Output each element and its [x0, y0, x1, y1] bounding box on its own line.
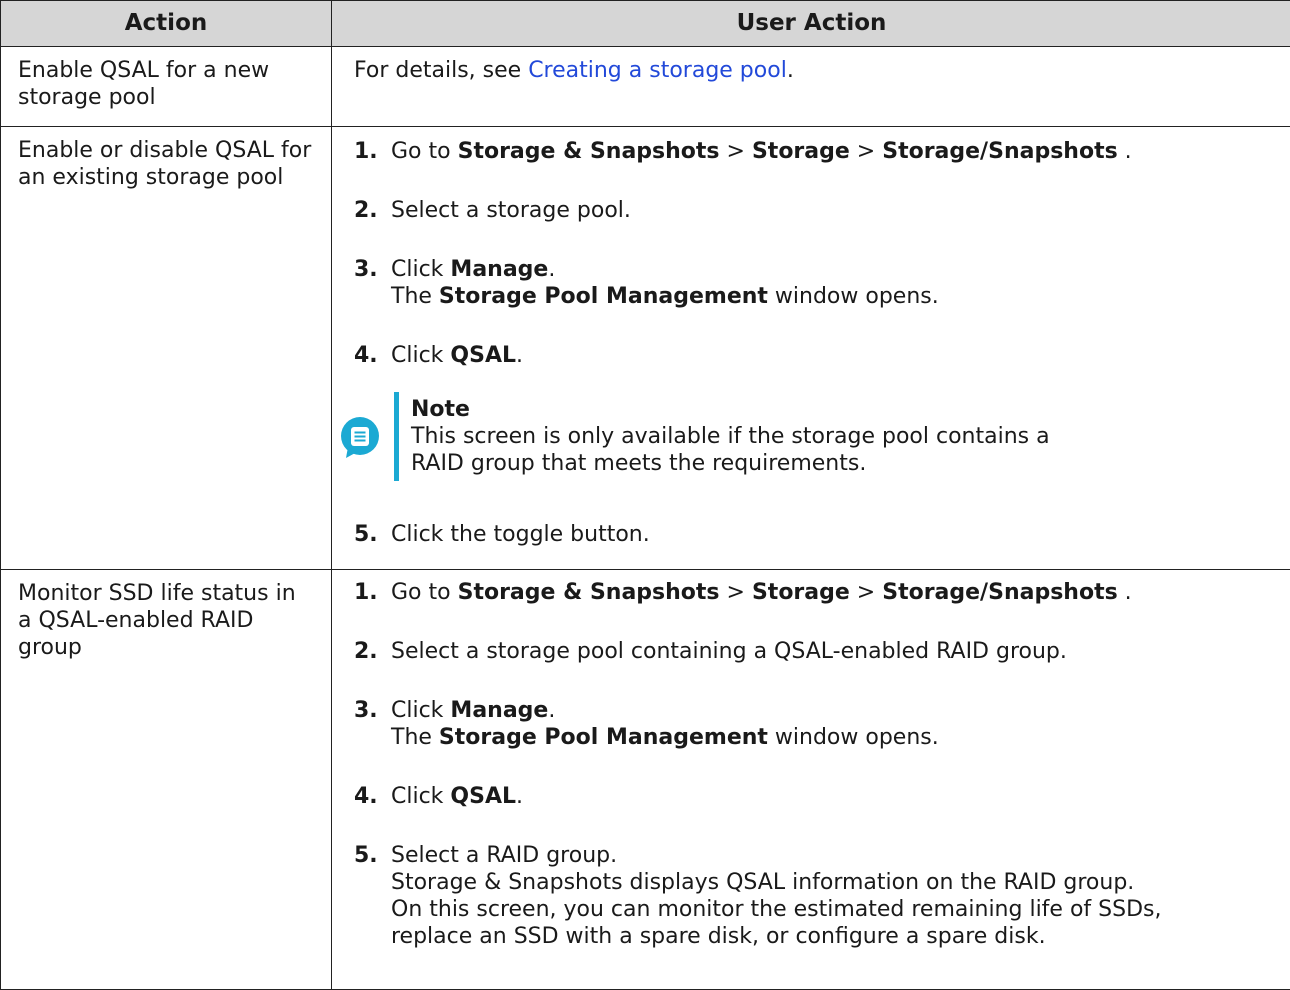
qsal-label: QSAL — [450, 343, 516, 368]
header-action: Action — [1, 1, 332, 47]
step-text: Click QSAL. — [391, 783, 1273, 810]
step-item: 5. Select a RAID group. Storage & Snapsh… — [354, 810, 1273, 950]
action-cell: Enable QSAL for a new storage pool — [1, 47, 332, 127]
step-number: 5. — [354, 521, 391, 548]
action-cell: Enable or disable QSAL for an existing s… — [1, 127, 332, 570]
step-number: 4. — [354, 342, 391, 369]
note-title: Note — [411, 396, 1050, 423]
step-line: Select a RAID group. — [391, 842, 1273, 869]
step-number: 3. — [354, 697, 391, 751]
step-text: Go to Storage & Snapshots > Storage > St… — [391, 579, 1273, 606]
step-text: Select a storage pool containing a QSAL-… — [391, 638, 1273, 665]
steps-list: 5. Click the toggle button. — [354, 481, 1273, 548]
table-row: Monitor SSD life status in a QSAL-enable… — [1, 570, 1290, 990]
menu-storage-snapshots: Storage & Snapshots — [458, 580, 720, 605]
action-cell: Monitor SSD life status in a QSAL-enable… — [1, 570, 332, 990]
step-item: 2. Select a storage pool. — [354, 165, 1273, 224]
creating-storage-pool-link[interactable]: Creating a storage pool — [528, 58, 787, 83]
step-item: 4. Click QSAL. — [354, 310, 1273, 369]
storage-pool-management-label: Storage Pool Management — [439, 284, 768, 309]
user-action-cell: 1. Go to Storage & Snapshots > Storage >… — [332, 127, 1290, 570]
note-line: RAID group that meets the requirements. — [411, 450, 1050, 477]
step-number: 2. — [354, 638, 391, 665]
manage-label: Manage — [450, 698, 548, 723]
step-line: On this screen, you can monitor the esti… — [391, 896, 1273, 923]
storage-pool-management-label: Storage Pool Management — [439, 725, 768, 750]
qsal-label: QSAL — [450, 784, 516, 809]
note-icon-wrap — [340, 392, 380, 467]
step-number: 2. — [354, 197, 391, 224]
step-text: Go to Storage & Snapshots > Storage > St… — [391, 138, 1273, 165]
step-item: 4. Click QSAL. — [354, 751, 1273, 810]
menu-storage: Storage — [752, 580, 850, 605]
user-action-cell: For details, see Creating a storage pool… — [332, 47, 1290, 127]
table-row: Enable or disable QSAL for an existing s… — [1, 127, 1290, 570]
details-prefix: For details, see — [354, 58, 528, 83]
table-row: Enable QSAL for a new storage pool For d… — [1, 47, 1290, 127]
step-number: 5. — [354, 842, 391, 950]
step-text: Select a RAID group. Storage & Snapshots… — [391, 842, 1273, 950]
step-item: 2. Select a storage pool containing a QS… — [354, 606, 1273, 665]
user-action-cell: 1. Go to Storage & Snapshots > Storage >… — [332, 570, 1290, 990]
step-number: 1. — [354, 138, 391, 165]
note-callout: Note This screen is only available if th… — [340, 392, 1273, 481]
action-table: Action User Action Enable QSAL for a new… — [0, 0, 1290, 990]
step-item: 3. Click Manage.The Storage Pool Managem… — [354, 665, 1273, 751]
header-user-action: User Action — [332, 1, 1290, 47]
note-content: Note This screen is only available if th… — [399, 392, 1050, 481]
step-item: 3. Click Manage.The Storage Pool Managem… — [354, 224, 1273, 310]
step-number: 1. — [354, 579, 391, 606]
step-text: Click the toggle button. — [391, 521, 1273, 548]
step-item: 1. Go to Storage & Snapshots > Storage >… — [354, 570, 1273, 606]
note-line: This screen is only available if the sto… — [411, 423, 1050, 450]
menu-storage-snapshots: Storage & Snapshots — [458, 139, 720, 164]
step-item: 1. Go to Storage & Snapshots > Storage >… — [354, 127, 1273, 165]
details-suffix: . — [787, 58, 794, 83]
table-header-row: Action User Action — [1, 1, 1290, 47]
steps-list: 1. Go to Storage & Snapshots > Storage >… — [354, 127, 1273, 369]
step-text: Click QSAL. — [391, 342, 1273, 369]
menu-storage: Storage — [752, 139, 850, 164]
steps-list: 1. Go to Storage & Snapshots > Storage >… — [354, 570, 1273, 950]
manage-label: Manage — [450, 257, 548, 282]
step-text: Click Manage.The Storage Pool Management… — [391, 697, 1273, 751]
step-item: 5. Click the toggle button. — [354, 481, 1273, 548]
step-number: 3. — [354, 256, 391, 310]
step-text: Select a storage pool. — [391, 197, 1273, 224]
step-line: Storage & Snapshots displays QSAL inform… — [391, 869, 1273, 896]
menu-storage-snapshots-page: Storage/Snapshots — [882, 580, 1117, 605]
step-number: 4. — [354, 783, 391, 810]
step-text: Click Manage.The Storage Pool Management… — [391, 256, 1273, 310]
step-line: replace an SSD with a spare disk, or con… — [391, 923, 1273, 950]
menu-storage-snapshots-page: Storage/Snapshots — [882, 139, 1117, 164]
note-bubble-icon — [340, 417, 380, 461]
